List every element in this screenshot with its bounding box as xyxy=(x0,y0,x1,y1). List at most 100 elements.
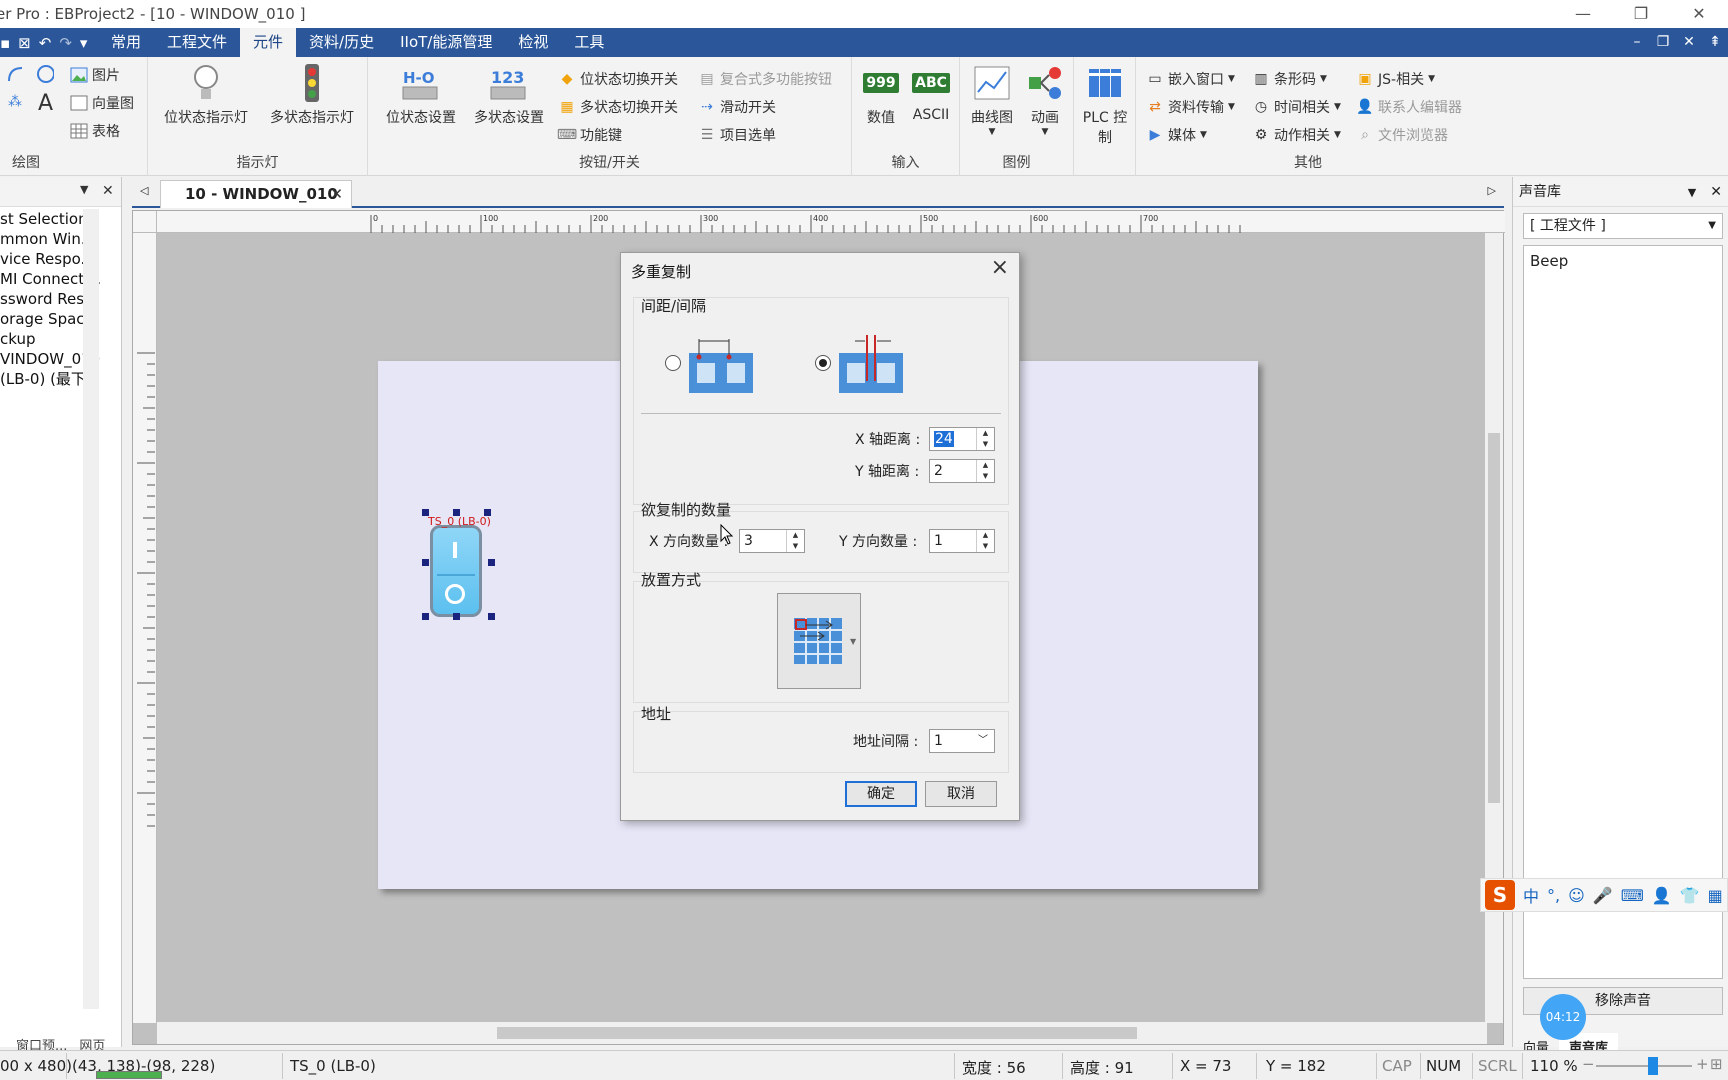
action-button[interactable]: ⚙ 动作相关 ▼ xyxy=(1252,125,1341,145)
circle-tool[interactable] xyxy=(36,65,54,83)
media-button[interactable]: ▶ 媒体 ▼ xyxy=(1146,125,1207,145)
bit-set-button[interactable]: H-O 位状态设置 xyxy=(380,63,462,127)
time-button[interactable]: ◷ 时间相关 ▼ xyxy=(1252,97,1341,117)
contact-editor-button[interactable]: 👤 联系人编辑器 xyxy=(1356,97,1462,117)
fit-icon[interactable]: ⊞ xyxy=(1710,1055,1723,1073)
resize-handle[interactable] xyxy=(453,509,460,516)
data-transfer-button[interactable]: ⇄ 资料传输 ▼ xyxy=(1146,97,1235,117)
plc-control-button[interactable]: PLC 控 制 xyxy=(1078,63,1132,147)
document-tab[interactable]: 10 - WINDOW_010 ✕ xyxy=(160,180,352,208)
item-list-button[interactable]: ☰ 项目选单 xyxy=(698,125,776,145)
resize-handle[interactable] xyxy=(453,613,460,620)
ime-chinese-mode[interactable]: 中 xyxy=(1523,883,1539,907)
toggle-switch-body[interactable] xyxy=(430,525,482,617)
tab-data-history[interactable]: 资料/历史 xyxy=(296,28,387,57)
close-button[interactable]: ✕ xyxy=(1670,0,1728,28)
ascii-button[interactable]: ABC ASCII xyxy=(906,63,956,123)
minimize-button[interactable]: — xyxy=(1554,0,1612,28)
undo-icon[interactable]: ↶ xyxy=(39,34,52,52)
zoom-slider[interactable] xyxy=(1596,1065,1692,1067)
grid-icon[interactable]: ▦ xyxy=(1708,886,1723,905)
ruler-corner[interactable] xyxy=(133,211,157,233)
x-count-spinner[interactable]: ▲ ▼ xyxy=(786,530,804,552)
panel-dropdown-icon[interactable]: ▼ xyxy=(1688,186,1696,199)
customize-icon[interactable]: ▾ xyxy=(80,34,88,52)
microphone-icon[interactable]: 🎤 xyxy=(1593,886,1613,905)
sogou-logo[interactable]: S xyxy=(1485,880,1515,910)
tab-scroll-right-icon[interactable]: ▷ xyxy=(1488,184,1496,197)
window-icon[interactable]: ⊠ xyxy=(18,34,31,52)
tab-iiot[interactable]: IIoT/能源管理 xyxy=(387,28,505,57)
tab-tools[interactable]: 工具 xyxy=(561,28,617,57)
ribbon-collapse-button[interactable]: ⇞ xyxy=(1702,28,1728,57)
trend-dropdown-arrow[interactable]: ▼ xyxy=(966,127,1018,137)
js-button[interactable]: ▣ JS-相关 ▼ xyxy=(1356,69,1435,89)
skin-icon[interactable]: 👕 xyxy=(1680,886,1700,905)
panel-close-icon[interactable]: ✕ xyxy=(1710,184,1722,200)
file-browser-button[interactable]: ⌕ 文件浏览器 xyxy=(1356,125,1448,145)
function-key-button[interactable]: ⌨ 功能键 xyxy=(557,125,622,145)
tab-scroll-left-icon[interactable]: ◁ xyxy=(140,184,148,197)
dialog-close-icon[interactable]: × xyxy=(991,255,1009,280)
sound-source-select[interactable]: [ 工程文件 ] ▼ xyxy=(1523,213,1723,239)
combo-button[interactable]: ▤ 复合式多功能按钮 xyxy=(698,69,832,89)
resize-handle[interactable] xyxy=(488,613,495,620)
tab-objects[interactable]: 元件 xyxy=(240,28,297,57)
horizontal-scrollbar[interactable] xyxy=(157,1022,1487,1044)
ime-punctuation[interactable]: °, xyxy=(1547,886,1560,905)
zoom-in-icon[interactable]: + xyxy=(1696,1055,1709,1073)
table-button[interactable]: 表格 xyxy=(70,121,120,141)
vertical-scroll-thumb[interactable] xyxy=(1488,433,1500,803)
y-distance-spinner[interactable]: ▲ ▼ xyxy=(976,460,994,482)
multi-set-button[interactable]: 123 多状态设置 xyxy=(468,63,550,127)
panel-close-icon[interactable]: ✕ xyxy=(102,183,114,199)
spacing-interval-radio[interactable] xyxy=(815,355,831,371)
restore-button[interactable]: ❐ xyxy=(1612,0,1670,28)
cancel-button[interactable]: 取消 xyxy=(925,781,997,807)
left-scrollbar[interactable] xyxy=(83,209,99,1009)
numeric-button[interactable]: 999 数值 xyxy=(856,63,906,127)
close-tab-icon[interactable]: ✕ xyxy=(330,181,343,207)
sound-item[interactable]: Beep xyxy=(1530,252,1716,270)
animation-button[interactable]: 动画 ▼ xyxy=(1020,63,1070,137)
address-interval-select[interactable]: 1 ﹀ xyxy=(929,729,995,753)
user-icon[interactable]: 👤 xyxy=(1652,886,1672,905)
x-distance-spinner[interactable]: ▲ ▼ xyxy=(976,428,994,450)
keyboard-icon[interactable]: ⌨ xyxy=(1621,886,1644,905)
multi-lamp-button[interactable]: 多状态指示灯 xyxy=(264,63,360,127)
tab-view[interactable]: 检视 xyxy=(505,28,561,57)
trend-button[interactable]: 曲线图 ▼ xyxy=(966,63,1018,137)
placement-picker[interactable]: ▼ xyxy=(777,593,861,689)
bit-toggle-button[interactable]: ◆ 位状态切换开关 xyxy=(558,69,678,89)
mdi-restore-button[interactable]: ❐ xyxy=(1650,28,1676,57)
y-count-input[interactable]: 1 ▲ ▼ xyxy=(929,529,995,553)
picture-button[interactable]: 图片 xyxy=(70,65,120,85)
embedded-window-button[interactable]: ▭ 嵌入窗口 ▼ xyxy=(1146,69,1235,89)
zoom-slider-thumb[interactable] xyxy=(1648,1057,1658,1075)
resize-handle[interactable] xyxy=(488,559,495,566)
mdi-close-button[interactable]: ✕ xyxy=(1676,28,1702,57)
multi-toggle-button[interactable]: ▦ 多状态切换开关 xyxy=(558,97,678,117)
y-distance-input[interactable]: 2 ▲ ▼ xyxy=(929,459,995,483)
arc-tool[interactable] xyxy=(6,65,24,83)
panel-dropdown-icon[interactable]: ▼ xyxy=(80,183,88,196)
x-distance-input[interactable]: 24 ▲ ▼ xyxy=(929,427,995,451)
slide-switch-button[interactable]: ⇢ 滑动开关 xyxy=(698,97,776,117)
text-tool[interactable]: A xyxy=(38,91,53,116)
resize-handle[interactable] xyxy=(422,509,429,516)
emoji-icon[interactable]: ☺ xyxy=(1568,886,1585,905)
save-icon[interactable]: ▪ xyxy=(0,34,10,52)
y-count-spinner[interactable]: ▲ ▼ xyxy=(976,530,994,552)
resize-handle[interactable] xyxy=(422,559,429,566)
toggle-switch-object[interactable]: TS_0 (LB-0) xyxy=(422,509,495,620)
mdi-minimize-button[interactable]: – xyxy=(1624,28,1650,57)
tab-common[interactable]: 常用 xyxy=(98,28,154,57)
spacing-distance-radio[interactable] xyxy=(665,355,681,371)
resize-handle[interactable] xyxy=(484,509,491,516)
horizontal-scroll-thumb[interactable] xyxy=(497,1027,1137,1039)
zoom-out-icon[interactable]: − xyxy=(1582,1055,1595,1073)
bit-lamp-button[interactable]: 位状态指示灯 xyxy=(158,63,254,127)
tab-project-file[interactable]: 工程文件 xyxy=(154,28,240,57)
animation-dropdown-arrow[interactable]: ▼ xyxy=(1020,127,1070,137)
redo-icon[interactable]: ↷ xyxy=(59,34,72,52)
